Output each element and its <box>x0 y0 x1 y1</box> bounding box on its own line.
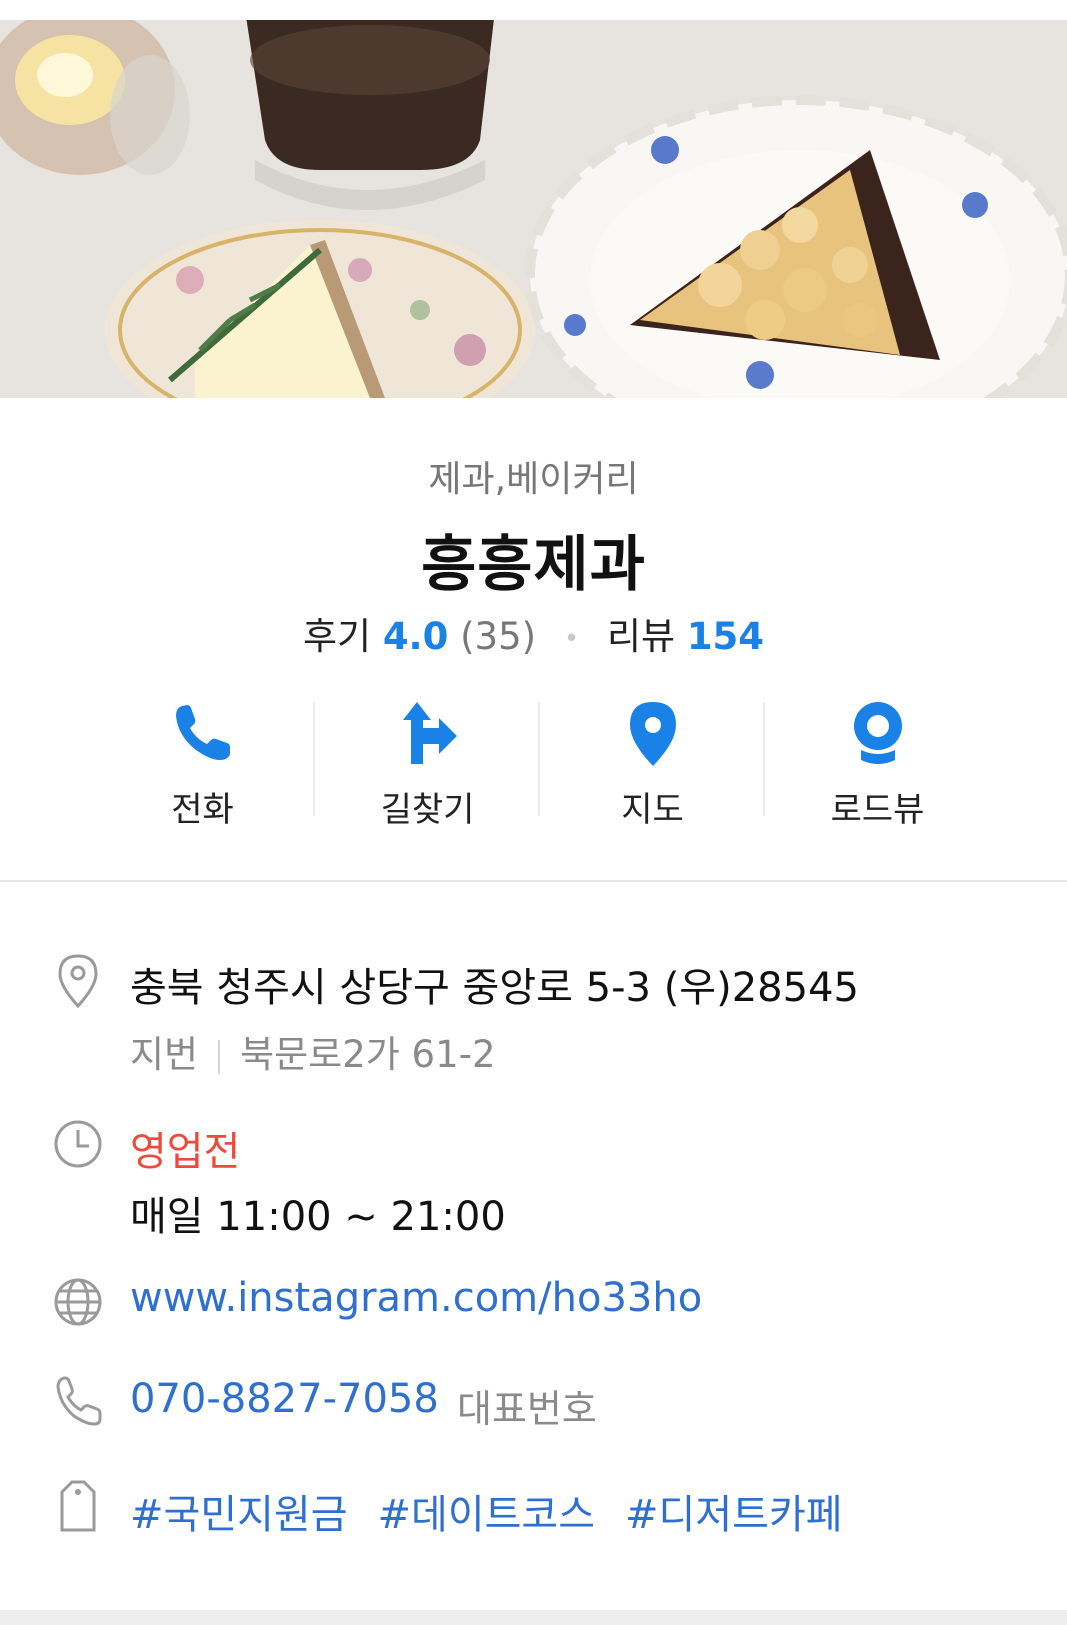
action-bar: 전화 길찾기 지도 로드뷰 <box>90 698 990 830</box>
review-score[interactable]: 4.0 <box>383 615 449 658</box>
tag-item[interactable]: #국민지원금 <box>130 1482 348 1540</box>
photo-illustration <box>0 20 1067 398</box>
location-pin-icon <box>58 954 98 1008</box>
place-info: 충북 청주시 상당구 중앙로 5-3 (우)28545 지번 북문로2가 61-2… <box>0 882 1067 1615</box>
roadview-icon <box>853 702 902 764</box>
place-category: 제과,베이커리 <box>428 459 639 500</box>
jibun-address: 지번 북문로2가 61-2 <box>130 1024 496 1078</box>
place-photo[interactable] <box>0 20 1067 398</box>
directions-button[interactable]: 길찾기 <box>315 698 540 830</box>
jibun-label: 지번 <box>130 1033 199 1076</box>
review-label: 후기 <box>302 615 372 658</box>
bottom-section-bar <box>0 1610 1067 1625</box>
tag-item[interactable]: #디저트카페 <box>625 1482 843 1540</box>
phone-type: 대표번호 <box>457 1387 597 1431</box>
jibun-value: 북문로2가 61-2 <box>240 1033 496 1076</box>
review-count[interactable]: (35) <box>460 615 536 658</box>
place-stats: 후기 4.0 (35) • 리뷰 154 <box>0 606 1067 660</box>
business-status: 영업전 <box>130 1129 241 1175</box>
top-strip <box>0 0 1067 20</box>
roadview-button[interactable]: 로드뷰 <box>765 698 990 830</box>
roadview-label: 로드뷰 <box>830 790 925 830</box>
call-label: 전화 <box>171 790 234 830</box>
jibun-separator <box>218 1039 221 1074</box>
blog-review-count[interactable]: 154 <box>687 615 764 658</box>
tag-item[interactable]: #데이트코스 <box>378 1482 596 1540</box>
map-label: 지도 <box>621 790 684 830</box>
phone-icon <box>175 705 230 760</box>
separator-dot: • <box>563 623 580 654</box>
globe-icon <box>54 1278 102 1326</box>
business-hours[interactable]: 매일 11:00 ~ 21:00 <box>130 1184 506 1242</box>
clock-icon <box>54 1120 102 1168</box>
blog-review-label: 리뷰 <box>606 615 676 658</box>
directions-icon <box>402 702 457 764</box>
place-header: 제과,베이커리 흥흥제과 후기 4.0 (35) • 리뷰 154 전화 길찾기 <box>0 398 1067 880</box>
address-text[interactable]: 충북 청주시 상당구 중앙로 5-3 (우)28545 <box>130 955 859 1013</box>
map-pin-icon <box>629 702 676 766</box>
tag-icon <box>60 1480 96 1532</box>
call-button[interactable]: 전화 <box>90 698 315 830</box>
phone-number[interactable]: 070-8827-7058 <box>130 1376 439 1422</box>
tag-list: #국민지원금 #데이트코스 #디저트카페 <box>130 1482 843 1540</box>
directions-label: 길찾기 <box>380 790 475 830</box>
place-name: 흥흥제과 <box>421 530 646 600</box>
map-button[interactable]: 지도 <box>540 698 765 830</box>
website-link[interactable]: www.instagram.com/ho33ho <box>130 1275 702 1321</box>
phone-outline-icon <box>56 1376 102 1426</box>
